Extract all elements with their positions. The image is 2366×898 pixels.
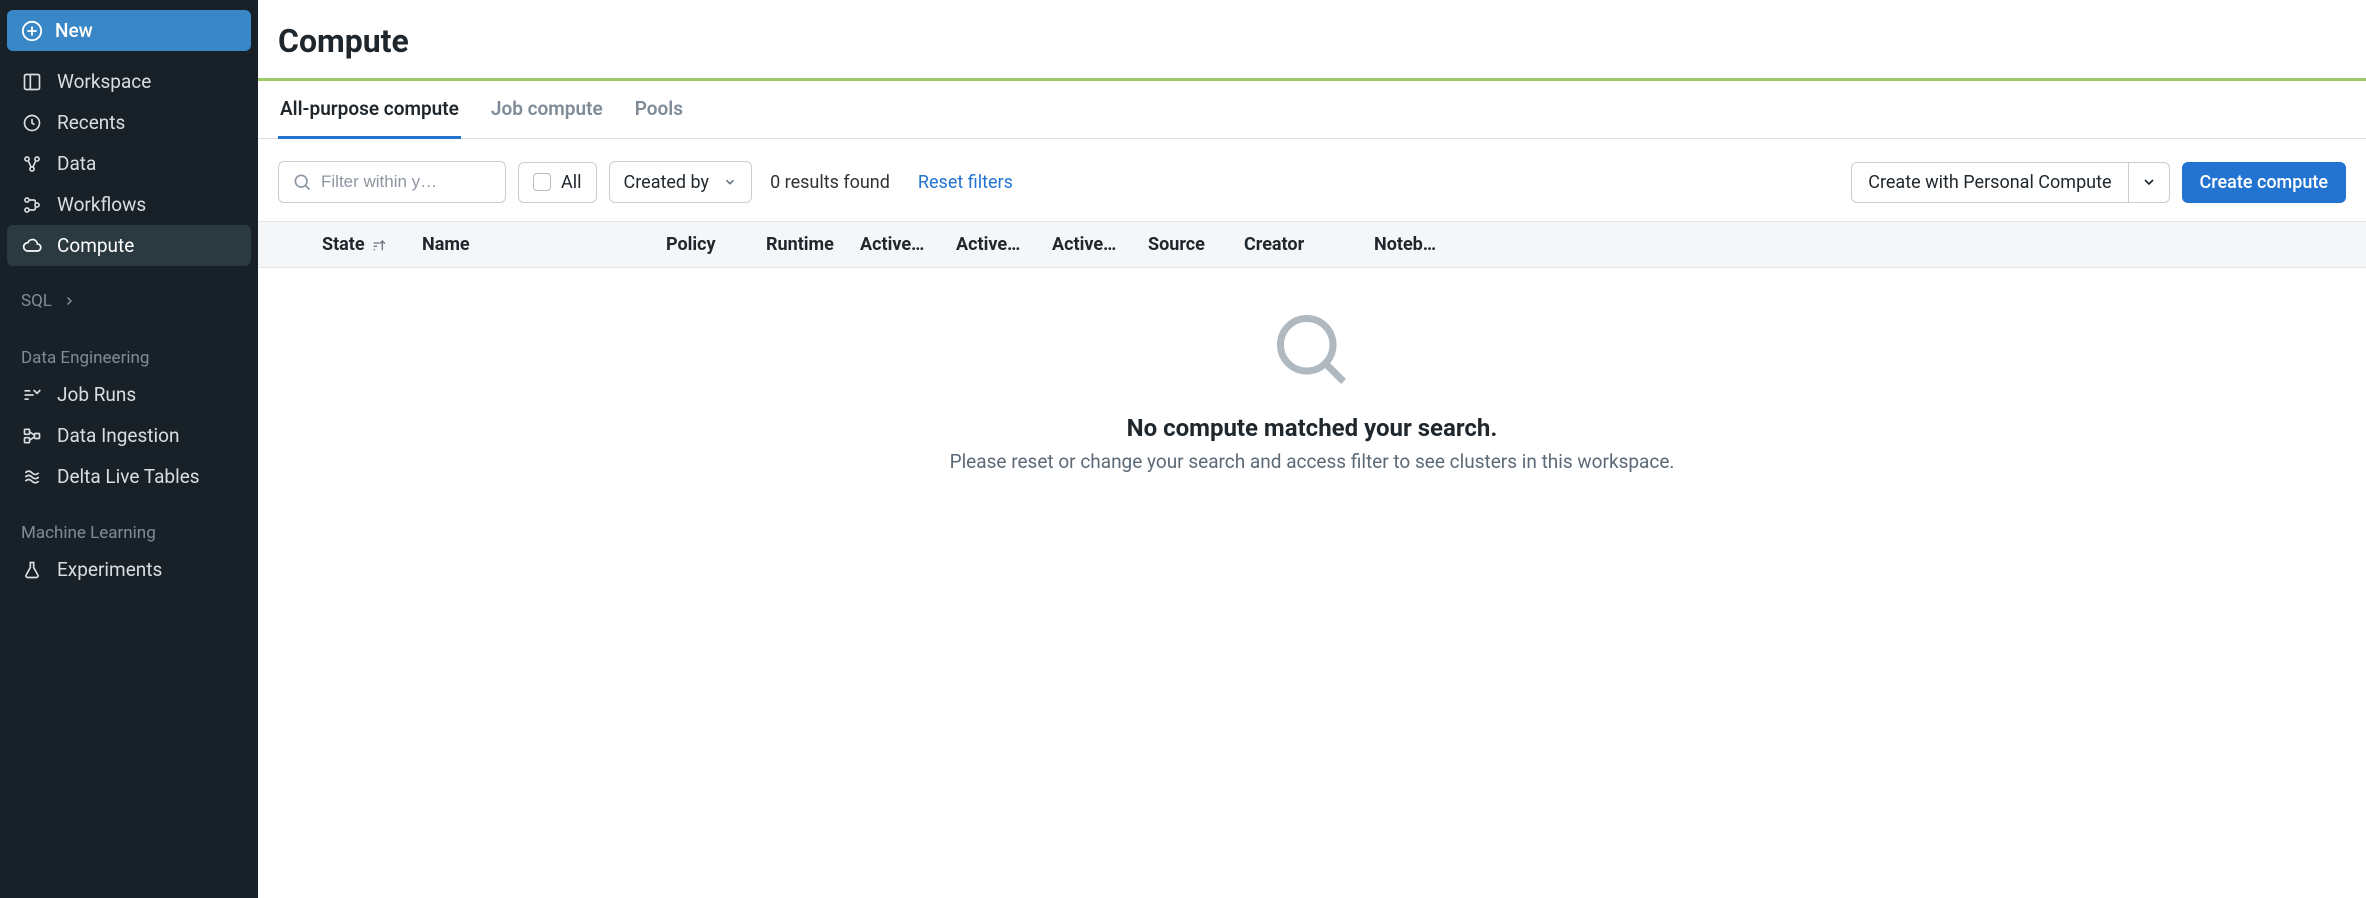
empty-subtitle: Please reset or change your search and a… <box>258 450 2366 473</box>
all-checkbox[interactable]: All <box>518 162 597 203</box>
toolbar: All Created by 0 results found Reset fil… <box>258 139 2366 221</box>
sidebar-item-label: Workflows <box>57 193 146 216</box>
sidebar: New Workspace Recents Data Workflows Com… <box>0 0 258 898</box>
personal-compute-button[interactable]: Create with Personal Compute <box>1852 163 2127 202</box>
job-runs-icon <box>21 384 43 406</box>
empty-title: No compute matched your search. <box>258 414 2366 442</box>
col-active-1[interactable]: Active… <box>860 234 956 255</box>
workflows-icon <box>21 194 43 216</box>
sidebar-item-data[interactable]: Data <box>7 143 251 184</box>
create-compute-button[interactable]: Create compute <box>2182 162 2346 203</box>
data-graph-icon <box>21 153 43 175</box>
new-button[interactable]: New <box>7 10 251 51</box>
workspace-icon <box>21 71 43 93</box>
search-icon <box>291 171 313 193</box>
created-by-dropdown[interactable]: Created by <box>609 161 753 203</box>
sidebar-item-experiments[interactable]: Experiments <box>7 549 251 590</box>
tab-job-compute[interactable]: Job compute <box>489 81 605 139</box>
sidebar-item-data-ingestion[interactable]: Data Ingestion <box>7 415 251 456</box>
sidebar-heading-machine-learning: Machine Learning <box>7 511 251 549</box>
chevron-down-icon <box>2141 174 2157 190</box>
sidebar-item-label: Job Runs <box>57 383 136 406</box>
clock-icon <box>21 112 43 134</box>
chevron-down-icon <box>723 171 737 193</box>
col-source[interactable]: Source <box>1148 234 1244 255</box>
checkbox-icon <box>533 173 551 191</box>
col-notebooks[interactable]: Noteb… <box>1374 234 1464 255</box>
col-state-label: State <box>322 234 365 255</box>
col-name[interactable]: Name <box>422 234 666 255</box>
filter-input-wrap[interactable] <box>278 161 506 203</box>
sidebar-item-workflows[interactable]: Workflows <box>7 184 251 225</box>
created-by-label: Created by <box>624 172 710 193</box>
sidebar-item-label: Data Ingestion <box>57 424 179 447</box>
sidebar-item-recents[interactable]: Recents <box>7 102 251 143</box>
sidebar-item-compute[interactable]: Compute <box>7 225 251 266</box>
col-policy[interactable]: Policy <box>666 234 766 255</box>
flask-icon <box>21 559 43 581</box>
col-active-3[interactable]: Active… <box>1052 234 1148 255</box>
sidebar-item-workspace[interactable]: Workspace <box>7 61 251 102</box>
sidebar-item-label: Delta Live Tables <box>57 465 200 488</box>
sidebar-item-label: Recents <box>57 111 125 134</box>
tabs: All-purpose compute Job compute Pools <box>258 81 2366 139</box>
filter-input[interactable] <box>321 172 493 192</box>
sidebar-item-job-runs[interactable]: Job Runs <box>7 374 251 415</box>
main-content: Compute All-purpose compute Job compute … <box>258 0 2366 898</box>
reset-filters-link[interactable]: Reset filters <box>918 172 1013 193</box>
sidebar-section-sql[interactable]: SQL <box>7 280 251 322</box>
sidebar-heading-data-engineering: Data Engineering <box>7 336 251 374</box>
col-runtime[interactable]: Runtime <box>766 234 860 255</box>
delta-live-tables-icon <box>21 466 43 488</box>
sidebar-section-label: SQL <box>21 291 52 311</box>
new-button-label: New <box>55 19 93 42</box>
empty-state: No compute matched your search. Please r… <box>258 268 2366 473</box>
results-text: 0 results found <box>770 172 890 193</box>
tab-all-purpose-compute[interactable]: All-purpose compute <box>278 81 461 139</box>
col-creator[interactable]: Creator <box>1244 234 1374 255</box>
sort-icon <box>371 237 387 253</box>
ingestion-icon <box>21 425 43 447</box>
magnifier-icon <box>1270 308 1354 392</box>
table-header: State Name Policy Runtime Active… Active… <box>258 221 2366 268</box>
sidebar-item-label: Experiments <box>57 558 162 581</box>
sidebar-item-label: Compute <box>57 234 134 257</box>
sidebar-item-delta-live-tables[interactable]: Delta Live Tables <box>7 456 251 497</box>
personal-compute-caret[interactable] <box>2128 163 2169 202</box>
personal-compute-split-button: Create with Personal Compute <box>1851 162 2169 203</box>
sidebar-item-label: Workspace <box>57 70 151 93</box>
all-label: All <box>561 172 582 193</box>
cloud-icon <box>21 235 43 257</box>
sidebar-item-label: Data <box>57 152 96 175</box>
chevron-right-icon <box>62 290 76 312</box>
plus-circle-icon <box>21 20 43 42</box>
col-active-2[interactable]: Active… <box>956 234 1052 255</box>
page-title: Compute <box>258 0 2366 78</box>
col-state[interactable]: State <box>322 234 422 255</box>
tab-pools[interactable]: Pools <box>633 81 685 139</box>
